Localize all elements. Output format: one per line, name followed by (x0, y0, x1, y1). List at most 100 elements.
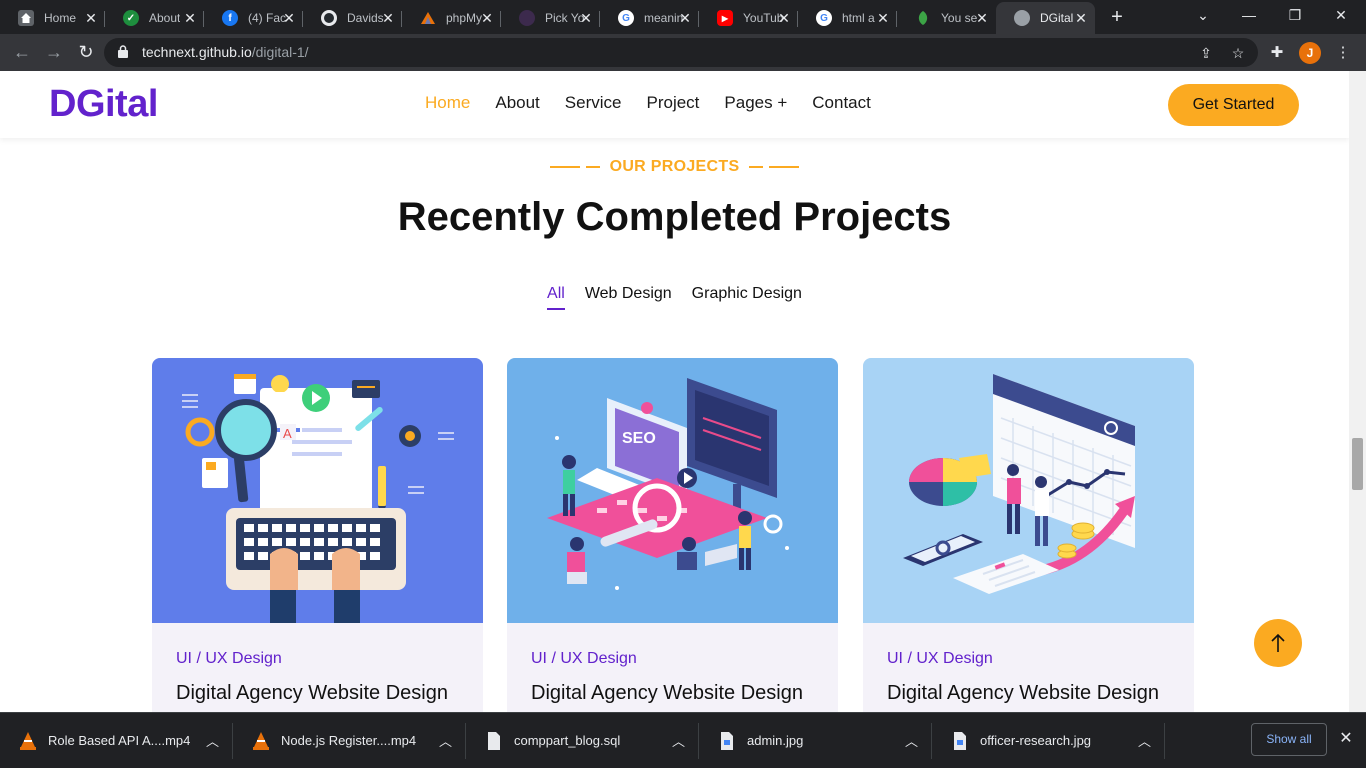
tab-google-icon: G (618, 10, 634, 26)
tab-close-icon[interactable]: ✕ (974, 10, 990, 26)
download-name: comppart_blog.sql (514, 733, 621, 748)
section-title: Recently Completed Projects (397, 195, 952, 239)
project-card[interactable]: SEO UI / UX Design Digital Agency Websit… (507, 358, 838, 712)
tab-check-icon: ✓ (123, 10, 139, 26)
get-started-button[interactable]: Get Started (1168, 84, 1299, 126)
download-item[interactable]: officer-research.jpg ︿ (932, 713, 1165, 768)
vlc-icon (253, 732, 269, 750)
extensions-puzzle-icon[interactable]: ✚ (1266, 42, 1288, 64)
tab-youtube-icon: ▶ (717, 10, 733, 26)
tab-close-icon[interactable]: ✕ (380, 10, 396, 26)
browser-tab[interactable]: phpMy ✕ (402, 2, 501, 34)
tab-pickyo-icon (519, 10, 535, 26)
close-window-icon[interactable]: ✕ (1318, 0, 1364, 32)
site-navbar: DGital Home About Service Project Pages … (0, 71, 1349, 138)
download-item[interactable]: admin.jpg ︿ (699, 713, 932, 768)
download-item[interactable]: Role Based API A....mp4 ︿ (0, 713, 233, 768)
restore-icon[interactable]: ❐ (1272, 0, 1318, 32)
filter-all[interactable]: All (547, 285, 565, 310)
tab-title: Davids (347, 11, 384, 25)
chevron-up-icon[interactable]: ︿ (1138, 731, 1151, 750)
browser-tab[interactable]: Davids ✕ (303, 2, 402, 34)
card-title[interactable]: Digital Agency Website Design (531, 682, 803, 705)
tab-phpmyadmin-icon (420, 10, 436, 26)
tab-close-icon[interactable]: ✕ (578, 10, 594, 26)
share-icon[interactable]: ⇪ (1196, 43, 1216, 63)
site-logo[interactable]: DGital (49, 83, 158, 126)
show-all-downloads-button[interactable]: Show all (1251, 723, 1327, 756)
minimize-icon[interactable]: — (1226, 0, 1272, 32)
download-item[interactable]: Node.js Register....mp4 ︿ (233, 713, 466, 768)
nav-pages[interactable]: Pages + (724, 93, 787, 113)
tab-close-icon[interactable]: ✕ (776, 10, 792, 26)
svg-text:SEO: SEO (622, 430, 656, 447)
nav-service[interactable]: Service (565, 93, 622, 113)
back-icon[interactable]: ← (10, 40, 34, 64)
back-to-top-button[interactable] (1254, 619, 1302, 667)
card-title[interactable]: Digital Agency Website Design (176, 682, 448, 705)
tab-title: phpMy (446, 11, 483, 25)
forward-icon[interactable]: → (42, 40, 66, 64)
image-file-icon (954, 732, 966, 750)
chevron-up-icon[interactable]: ︿ (905, 731, 918, 750)
filter-web-design[interactable]: Web Design (585, 285, 672, 310)
tab-search-chevron-icon[interactable]: ⌄ (1180, 0, 1226, 32)
download-name: admin.jpg (747, 733, 804, 748)
card-title[interactable]: Digital Agency Website Design (887, 682, 1159, 705)
chevron-up-icon[interactable]: ︿ (206, 731, 219, 750)
url-host: technext.github.io (142, 44, 252, 60)
new-tab-button[interactable]: + (1106, 6, 1128, 28)
chrome-menu-icon[interactable]: ⋮ (1332, 42, 1354, 64)
browser-tab[interactable]: G meanin ✕ (600, 2, 699, 34)
filter-graphic-design[interactable]: Graphic Design (692, 285, 802, 310)
browser-tab[interactable]: Pick Yo ✕ (501, 2, 600, 34)
browser-tab[interactable]: G html a ✕ (798, 2, 897, 34)
browser-tab[interactable]: f (4) Fac ✕ (204, 2, 303, 34)
nav-home[interactable]: Home (425, 93, 470, 113)
tab-close-icon[interactable]: ✕ (479, 10, 495, 26)
nav-about[interactable]: About (495, 93, 539, 113)
project-illustration: SEO (507, 358, 838, 623)
chevron-up-icon[interactable]: ︿ (672, 731, 685, 750)
tab-close-icon[interactable]: ✕ (83, 10, 99, 26)
subtitle-dash (749, 166, 764, 168)
scrollbar-thumb[interactable] (1352, 438, 1363, 490)
address-bar[interactable]: technext.github.io/digital-1/ ⇪ ☆ (104, 38, 1258, 67)
tab-title: DGital (1040, 11, 1074, 25)
bookmark-star-icon[interactable]: ☆ (1228, 43, 1248, 63)
card-category[interactable]: UI / UX Design (887, 650, 993, 668)
nav-project[interactable]: Project (646, 93, 699, 113)
browser-tab[interactable]: You se ✕ (897, 2, 996, 34)
browser-tab[interactable]: ▶ YouTub ✕ (699, 2, 798, 34)
tab-close-icon[interactable]: ✕ (677, 10, 693, 26)
card-category[interactable]: UI / UX Design (531, 650, 637, 668)
close-shelf-icon[interactable]: ✕ (1336, 729, 1356, 749)
nav-contact[interactable]: Contact (812, 93, 871, 113)
reload-icon[interactable]: ↻ (74, 40, 98, 64)
file-icon (488, 732, 500, 750)
tab-github-icon (321, 10, 337, 26)
tab-title: Home (44, 11, 77, 25)
project-card[interactable]: UI / UX Design Digital Agency Website De… (863, 358, 1194, 712)
download-item[interactable]: comppart_blog.sql ︿ (466, 713, 699, 768)
page-scrollbar[interactable] (1349, 71, 1366, 712)
browser-tab-active[interactable]: DGital ✕ (996, 2, 1095, 34)
tab-close-icon[interactable]: ✕ (182, 10, 198, 26)
site-menu: Home About Service Project Pages + Conta… (425, 93, 871, 113)
card-category[interactable]: UI / UX Design (176, 650, 282, 668)
tab-leaf-icon (915, 10, 931, 26)
profile-avatar[interactable]: J (1299, 42, 1321, 64)
tab-close-icon[interactable]: ✕ (281, 10, 297, 26)
download-name: Node.js Register....mp4 (281, 733, 417, 748)
tab-close-icon[interactable]: ✕ (1073, 10, 1089, 26)
arrow-up-icon (1271, 633, 1285, 652)
chevron-up-icon[interactable]: ︿ (439, 731, 452, 750)
project-card[interactable]: A UI / UX Design Digital Agency Website … (152, 358, 483, 712)
browser-tab[interactable]: Home ✕ (0, 2, 105, 34)
tab-globe-icon (1014, 10, 1030, 26)
browser-tab[interactable]: ✓ About ✕ (105, 2, 204, 34)
tab-close-icon[interactable]: ✕ (875, 10, 891, 26)
url-text: technext.github.io/digital-1/ (142, 44, 309, 60)
tab-title: About (149, 11, 181, 25)
subtitle-dash (549, 166, 580, 168)
